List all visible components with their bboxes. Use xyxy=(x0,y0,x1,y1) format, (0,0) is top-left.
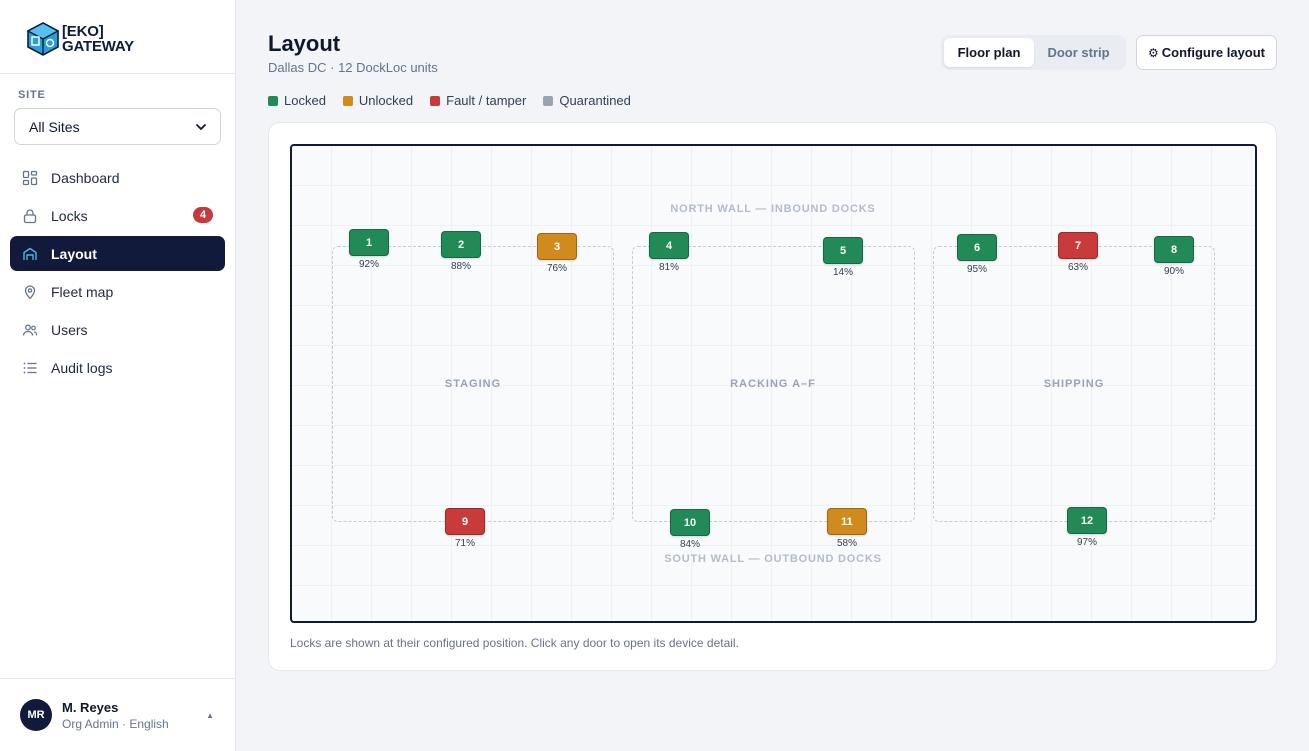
lock-battery-pct: 84% xyxy=(679,539,701,550)
lock-battery-pct: 97% xyxy=(1076,537,1098,548)
door-lock-7[interactable]: 7 xyxy=(1058,232,1098,259)
map-pin-icon xyxy=(24,284,36,299)
cube-logo-icon xyxy=(26,22,60,56)
caret-up-icon: ▲ xyxy=(206,711,214,720)
sidebar: [EKO] GATEWAY SITE All Sites Dashboard L… xyxy=(0,0,236,751)
legend-swatch xyxy=(543,95,554,106)
lock-battery-pct: 90% xyxy=(1163,266,1185,277)
sidebar-nav: Dashboard Locks 4 Layout Fleet map Users… xyxy=(10,160,225,388)
sidebar-item-label: Layout xyxy=(51,245,97,262)
sidebar-item-dashboard[interactable]: Dashboard xyxy=(10,160,225,195)
user-role: Org Admin · English xyxy=(62,716,169,731)
locks-alert-badge: 4 xyxy=(193,207,213,223)
door-lock-5[interactable]: 5 xyxy=(823,237,863,264)
page-title: Layout xyxy=(268,31,341,56)
legend-swatch xyxy=(342,95,353,106)
configure-layout-label: Configure layout xyxy=(1161,45,1266,60)
legend-label: Quarantined xyxy=(559,93,631,108)
user-name: M. Reyes xyxy=(62,699,119,715)
page-subtitle: Dallas DC · 12 DockLoc units xyxy=(268,60,438,75)
grid-icon xyxy=(22,170,38,185)
sidebar-item-label: Users xyxy=(51,321,88,338)
door-lock-11[interactable]: 11 xyxy=(827,508,867,535)
lock-battery-pct: 58% xyxy=(836,538,858,549)
user-divider xyxy=(0,678,235,679)
brand-wordmark: [EKO] GATEWAY xyxy=(62,24,134,54)
brand-logo[interactable]: [EKO] GATEWAY xyxy=(26,20,134,58)
site-label: SITE xyxy=(18,89,46,101)
sidebar-item-users[interactable]: Users xyxy=(10,312,225,347)
sidebar-item-locks[interactable]: Locks 4 xyxy=(10,198,225,233)
avatar: MR xyxy=(20,699,52,731)
lock-battery-pct: 95% xyxy=(966,264,988,275)
sidebar-item-label: Dashboard xyxy=(51,169,120,186)
legend-item-quarantined: Quarantined xyxy=(543,93,631,108)
south-wall-label: SOUTH WALL — OUTBOUND DOCKS xyxy=(664,553,882,565)
sidebar-item-layout[interactable]: Layout xyxy=(10,236,225,271)
user-menu[interactable]: MR M. Reyes Org Admin · English ▲ xyxy=(20,699,220,731)
door-lock-10[interactable]: 10 xyxy=(670,509,710,536)
status-legend: Locked Unlocked Fault / tamper Quarantin… xyxy=(268,93,648,108)
lock-battery-pct: 92% xyxy=(358,259,380,270)
door-lock-12[interactable]: 12 xyxy=(1067,507,1107,534)
lock-battery-pct: 63% xyxy=(1067,262,1089,273)
legend-item-locked: Locked xyxy=(268,93,326,108)
legend-item-unlocked: Unlocked xyxy=(342,93,414,108)
lock-icon xyxy=(23,208,37,223)
legend-item-fault: Fault / tamper xyxy=(430,93,526,108)
door-lock-8[interactable]: 8 xyxy=(1154,236,1194,263)
north-wall-label: NORTH WALL — INBOUND DOCKS xyxy=(670,203,876,215)
lock-battery-pct: 81% xyxy=(658,262,680,273)
legend-label: Unlocked xyxy=(358,93,414,108)
lock-battery-pct: 71% xyxy=(454,538,476,549)
door-lock-4[interactable]: 4 xyxy=(649,232,689,259)
legend-label: Locked xyxy=(284,93,326,108)
brand-line-2: GATEWAY xyxy=(62,38,134,55)
legend-label: Fault / tamper xyxy=(446,93,527,108)
tab-door-strip[interactable]: Door strip xyxy=(1034,38,1123,67)
zone-label-shipping: SHIPPING xyxy=(1043,378,1105,390)
sidebar-item-label: Locks xyxy=(51,207,88,224)
door-lock-9[interactable]: 9 xyxy=(445,508,485,535)
lock-battery-pct: 76% xyxy=(546,263,568,274)
chevron-down-icon xyxy=(196,123,206,130)
door-lock-3[interactable]: 3 xyxy=(537,233,577,260)
lock-battery-pct: 14% xyxy=(832,267,854,278)
floor-plan-canvas: NORTH WALL — INBOUND DOCKS SOUTH WALL — … xyxy=(290,144,1257,623)
list-icon xyxy=(23,362,37,373)
warehouse-icon xyxy=(23,247,37,260)
door-lock-2[interactable]: 2 xyxy=(441,231,481,258)
configure-layout-button[interactable]: ⚙ Configure layout xyxy=(1136,35,1277,70)
sidebar-item-audit-logs[interactable]: Audit logs xyxy=(10,350,225,385)
floor-plan-card: NORTH WALL — INBOUND DOCKS SOUTH WALL — … xyxy=(268,122,1277,671)
view-toggle: Floor plan Door strip xyxy=(941,35,1126,70)
legend-swatch xyxy=(430,95,441,106)
sidebar-divider xyxy=(0,73,235,74)
user-info: M. Reyes Org Admin · English xyxy=(62,700,169,731)
floor-plan-footnote: Locks are shown at their configured posi… xyxy=(290,636,739,650)
door-lock-6[interactable]: 6 xyxy=(957,234,997,261)
gear-icon: ⚙ xyxy=(1147,45,1159,60)
users-icon xyxy=(22,324,38,336)
sidebar-item-label: Audit logs xyxy=(51,359,113,376)
site-select-value: All Sites xyxy=(29,118,80,135)
sidebar-item-label: Fleet map xyxy=(51,283,114,300)
zone-label-racking: RACKING A–F xyxy=(730,378,816,390)
sidebar-item-fleet-map[interactable]: Fleet map xyxy=(10,274,225,309)
legend-swatch xyxy=(268,95,278,106)
site-select[interactable]: All Sites xyxy=(14,108,221,145)
lock-battery-pct: 88% xyxy=(450,261,472,272)
brand-line-1: [EKO] xyxy=(62,23,104,40)
zone-label-staging: STAGING xyxy=(444,378,502,390)
door-lock-1[interactable]: 1 xyxy=(349,229,389,256)
tab-floor-plan[interactable]: Floor plan xyxy=(944,38,1034,67)
